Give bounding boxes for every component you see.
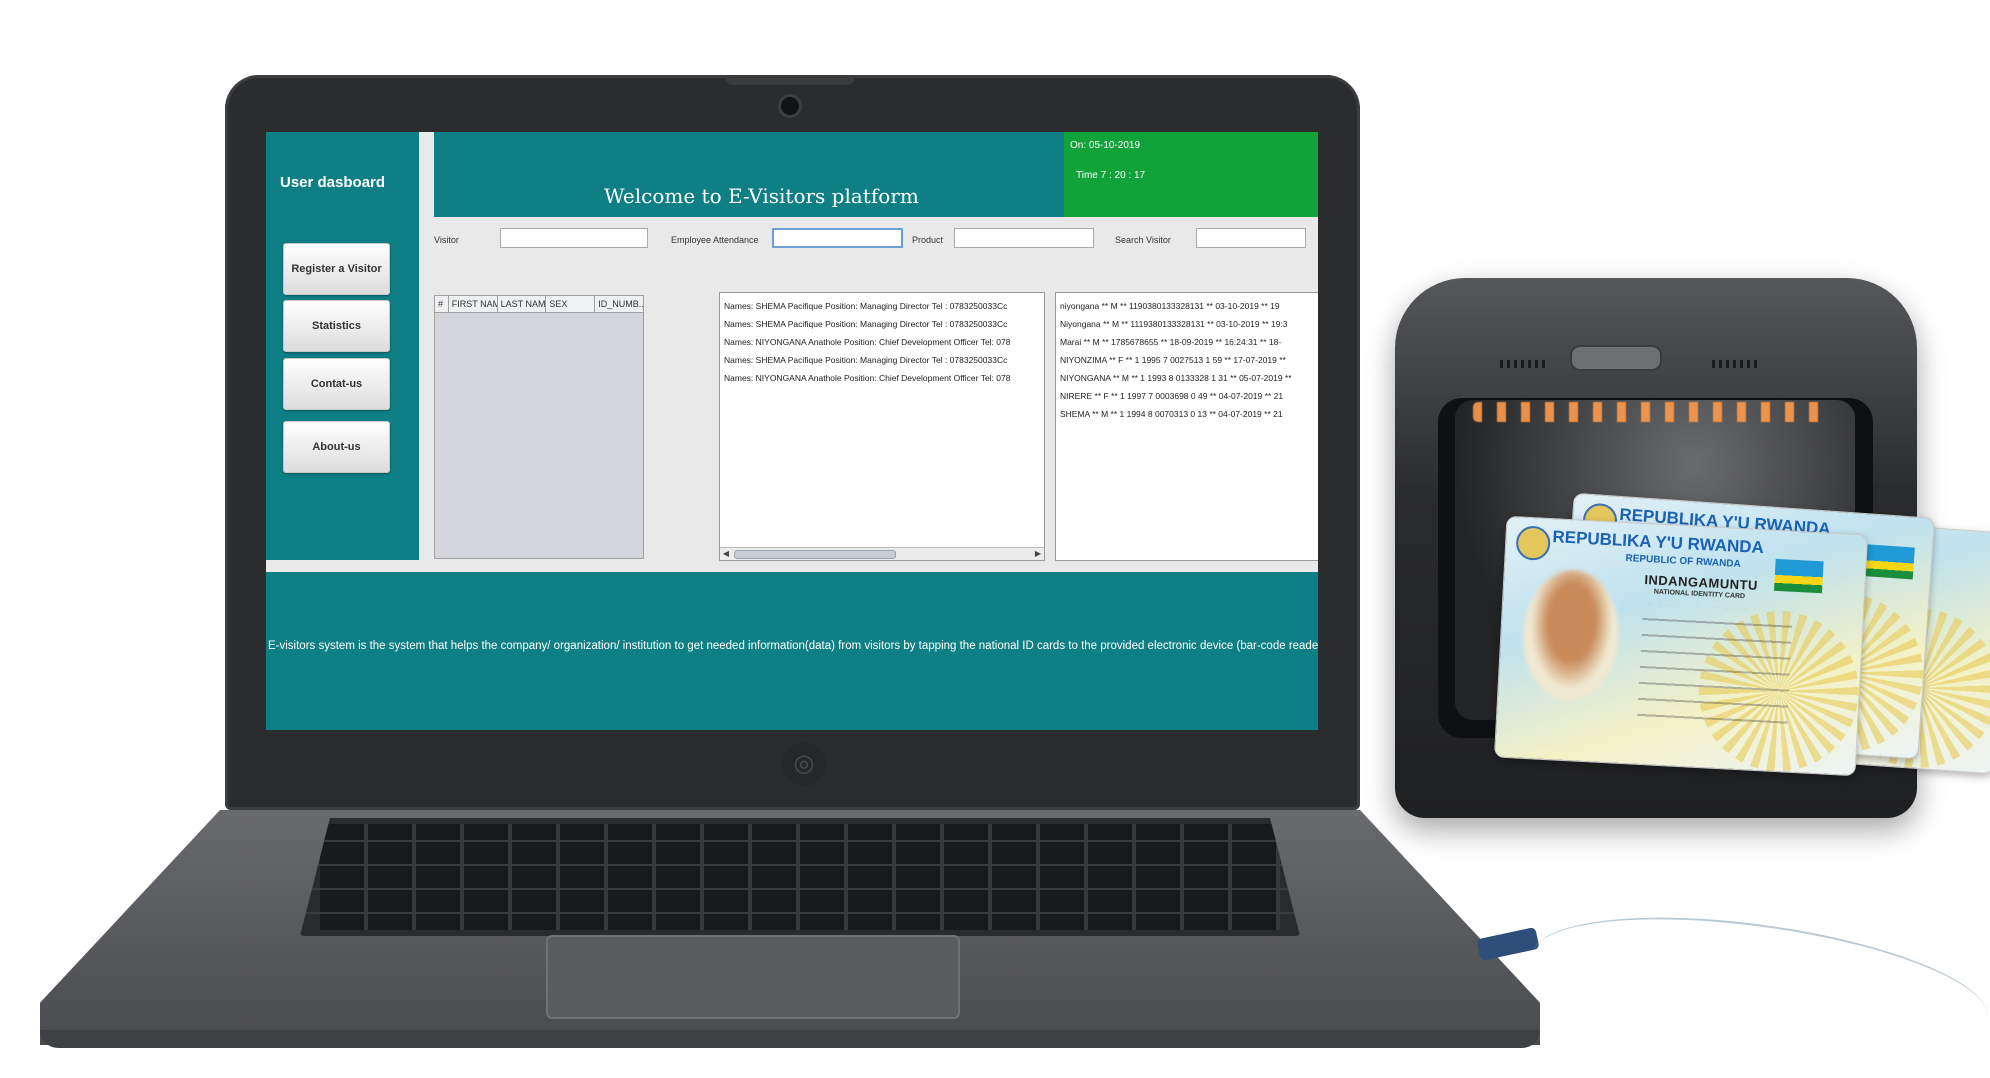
sidebar-title: User dasboard (280, 174, 386, 191)
list-item[interactable]: NIYONZIMA ** F ** 1 1995 7 0027513 1 59 … (1056, 351, 1318, 369)
webcam-notch (725, 75, 855, 85)
speaker-grille (1500, 360, 1548, 368)
list-item[interactable]: Names: SHEMA Pacifique Position: Managin… (720, 315, 1044, 333)
rwanda-flag-icon (1864, 544, 1915, 580)
seal-icon (1515, 525, 1552, 561)
list-item[interactable]: SHEMA ** M ** 1 1994 8 0070313 0 13 ** 0… (1056, 405, 1318, 423)
product-label: Product (912, 235, 944, 245)
usb-plug (1476, 927, 1540, 961)
usb-cable (1523, 893, 1990, 1078)
scanner-laser-strip (1473, 402, 1828, 422)
search-visitor-label: Search Visitor (1115, 235, 1171, 245)
search-visitor-input[interactable] (1196, 228, 1306, 248)
about-us-button[interactable]: About-us (283, 421, 390, 473)
list-item[interactable]: Names: SHEMA Pacifique Position: Managin… (720, 297, 1044, 315)
register-visitor-button[interactable]: Register a Visitor (283, 243, 390, 295)
time-label: Time 7 : 20 : 17 (1076, 170, 1146, 181)
attendance-input[interactable] (772, 228, 903, 248)
scrollbar-thumb[interactable] (734, 550, 896, 559)
rwanda-flag-icon (1774, 558, 1824, 594)
list-item[interactable]: Names: NIYONGANA Anathole Position: Chie… (720, 369, 1044, 387)
column-header[interactable]: LAST NAME (498, 296, 547, 312)
employees-list[interactable]: Names: SHEMA Pacifique Position: Managin… (719, 292, 1045, 561)
visitor-input[interactable] (500, 228, 648, 248)
speaker-grille (1712, 360, 1760, 368)
visitors-table[interactable]: # FIRST NAME LAST NAME SEX ID_NUMB... (434, 295, 644, 559)
scroll-right-icon[interactable]: ▶ (1032, 548, 1044, 560)
page-title: Welcome to E-Visitors platform (604, 184, 919, 208)
statistics-button[interactable]: Statistics (283, 300, 390, 352)
column-header[interactable]: FIRST NAME (449, 296, 498, 312)
attendance-label: Employee Attendance (671, 235, 759, 245)
column-header[interactable]: SEX (546, 296, 596, 312)
header-bar: Welcome to E-Visitors platform (434, 132, 1064, 217)
footer-description: E-visitors system is the system that hel… (268, 640, 1318, 652)
list-item[interactable]: Niyongana ** M ** 1119380133328131 ** 03… (1056, 315, 1318, 333)
photo (1520, 567, 1622, 703)
scroll-left-icon[interactable]: ◀ (720, 548, 732, 560)
laptop-screen: User dasboard Register a Visitor Statist… (266, 132, 1318, 730)
date-time-box: On: 05-10-2019 Time 7 : 20 : 17 (1064, 132, 1318, 217)
keyboard (300, 818, 1300, 936)
brand-logo-icon: ◎ (782, 742, 826, 786)
visitor-label: Visitor (434, 235, 459, 245)
card-fields (1636, 603, 1793, 732)
visitor-records-list[interactable]: niyongana ** M ** 1190380133328131 ** 03… (1055, 292, 1318, 561)
sidebar: User dasboard Register a Visitor Statist… (266, 132, 419, 560)
trackpad (546, 935, 960, 1019)
horizontal-scrollbar[interactable]: ◀ ▶ (720, 547, 1044, 560)
contact-us-button[interactable]: Contat-us (283, 358, 390, 410)
list-item[interactable]: Names: SHEMA Pacifique Position: Managin… (720, 351, 1044, 369)
list-item[interactable]: Marai ** M ** 1785678655 ** 18-09-2019 *… (1056, 333, 1318, 351)
column-header[interactable]: ID_NUMB... (595, 296, 643, 312)
card-header: REPUBLIKA Y'U RWANDA (1552, 527, 1765, 558)
list-item[interactable]: NIRERE ** F ** 1 1997 7 0003698 0 49 ** … (1056, 387, 1318, 405)
list-item[interactable]: niyongana ** M ** 1190380133328131 ** 03… (1056, 297, 1318, 315)
id-card-front: REPUBLIKA Y'U RWANDA REPUBLIC OF RWANDA … (1493, 515, 1869, 777)
webcam-icon (781, 97, 799, 115)
laptop-base-edge (40, 1030, 1540, 1048)
product-input[interactable] (954, 228, 1094, 248)
scanner-led-icon (1570, 345, 1662, 371)
list-item[interactable]: NIYONGANA ** M ** 1 1993 8 0133328 1 31 … (1056, 369, 1318, 387)
table-header: # FIRST NAME LAST NAME SEX ID_NUMB... (435, 296, 643, 313)
date-label: On: 05-10-2019 (1070, 140, 1141, 151)
column-header[interactable]: # (435, 296, 449, 312)
list-item[interactable]: Names: NIYONGANA Anathole Position: Chie… (720, 333, 1044, 351)
footer-band: E-visitors system is the system that hel… (266, 572, 1318, 730)
